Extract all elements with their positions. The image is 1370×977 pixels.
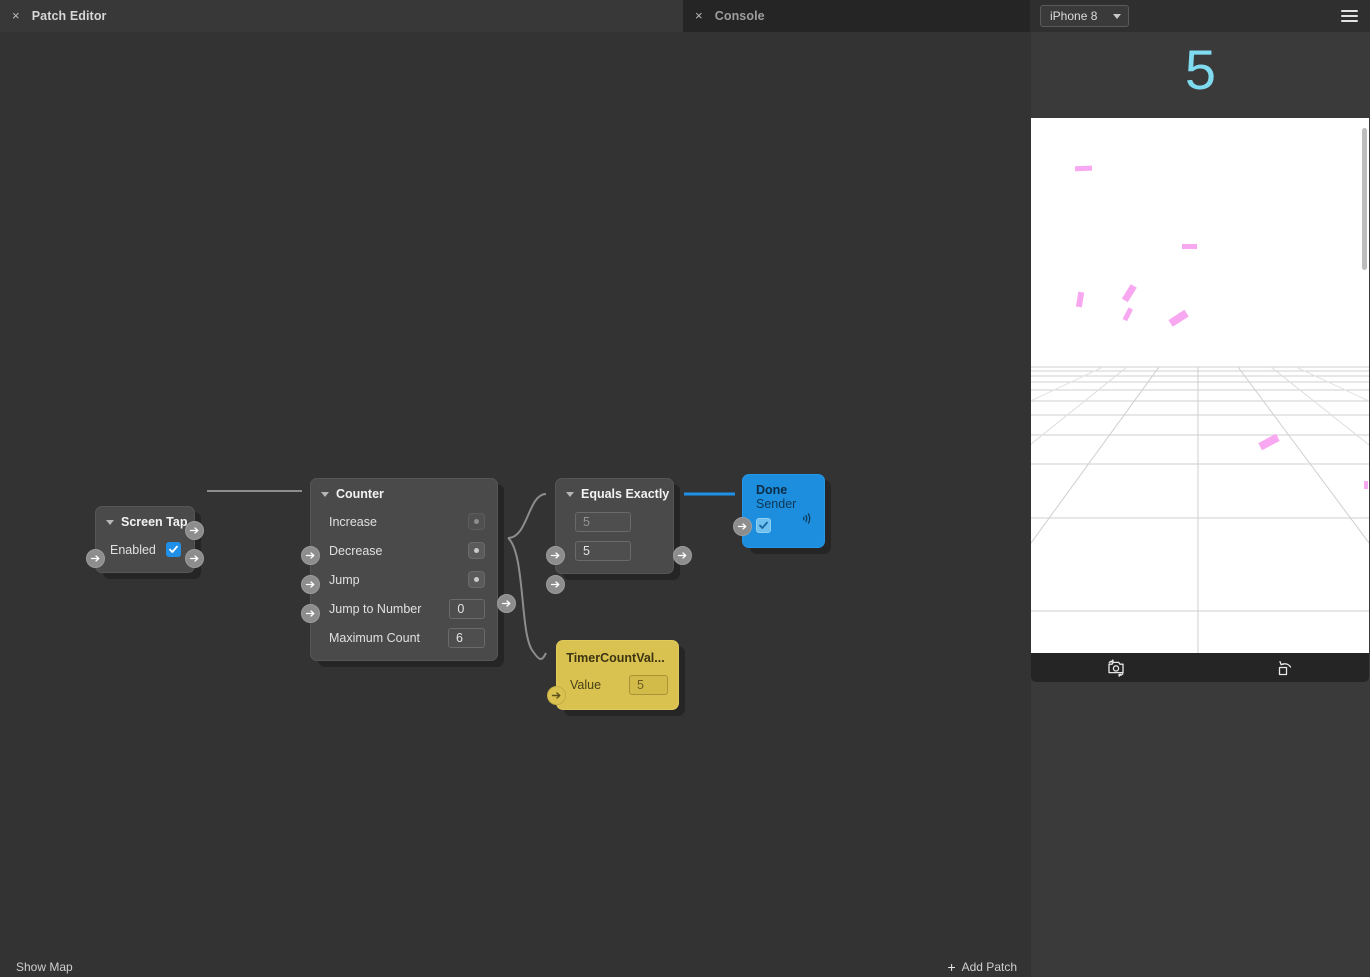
- add-patch-label: Add Patch: [961, 960, 1017, 974]
- patch-node-equals-exactly[interactable]: Equals Exactly 5 5: [546, 478, 692, 594]
- plus-icon: +: [947, 959, 956, 975]
- maximum-count-input[interactable]: 6: [448, 627, 485, 648]
- row-jump: Jump: [311, 565, 497, 594]
- port-in-counter-jump[interactable]: [301, 604, 320, 623]
- increase-label: Increase: [329, 514, 377, 529]
- node-title: TimerCountVal...: [566, 651, 665, 665]
- jump-pulse-button[interactable]: [468, 571, 485, 588]
- chevron-down-icon: [1113, 13, 1122, 19]
- floor-grid: [1031, 366, 1369, 653]
- maximum-count-label: Maximum Count: [329, 630, 420, 645]
- node-body: Done Sender: [733, 474, 825, 548]
- value-label: Value: [570, 678, 602, 692]
- node-body: Equals Exactly 5 5: [546, 478, 692, 594]
- patch-node-timer-count-value[interactable]: TimerCountVal... Value 5: [547, 640, 685, 716]
- tab-console-label: Console: [714, 9, 765, 23]
- row-input-a: 5: [556, 507, 673, 536]
- counter-readout: 5: [1184, 38, 1217, 101]
- hamburger-icon[interactable]: [1341, 10, 1358, 22]
- increase-pulse-button[interactable]: [468, 513, 485, 530]
- node-title-row: Screen Tap: [96, 514, 194, 535]
- row-value: Value 5: [557, 671, 678, 699]
- port-in-done-sender[interactable]: [733, 517, 752, 536]
- tab-patch-editor[interactable]: × Patch Editor: [0, 0, 683, 32]
- node-title: Done: [756, 483, 788, 497]
- port-out-screen-tap-tap[interactable]: [185, 521, 204, 540]
- patch-node-counter[interactable]: Counter Increase Decrease Jump Jump to N…: [301, 478, 516, 667]
- tab-console[interactable]: × Console: [683, 0, 1030, 32]
- canvas-grid: [0, 32, 1031, 977]
- row-jump-to-number: Jump to Number 0: [311, 594, 497, 623]
- node-body: TimerCountVal... Value 5: [547, 640, 679, 710]
- node-title: Equals Exactly: [581, 487, 670, 501]
- node-body: Screen Tap Enabled: [86, 506, 204, 573]
- port-in-equals-a[interactable]: [546, 546, 565, 565]
- port-in-screen-tap[interactable]: [86, 549, 105, 568]
- done-checkbox[interactable]: [756, 517, 771, 533]
- scene-shapes: [1074, 165, 1368, 489]
- preview-panel: 5: [1031, 32, 1370, 977]
- equals-input-a[interactable]: 5: [575, 511, 631, 532]
- preview-toolbar: [1031, 653, 1369, 682]
- window-tab-bar: × Patch Editor × Console iPhone 8: [0, 0, 1370, 32]
- row-maximum-count: Maximum Count 6: [311, 623, 497, 652]
- node-title: Screen Tap: [121, 515, 188, 529]
- port-out-counter[interactable]: [497, 594, 516, 613]
- port-out-equals[interactable]: [673, 546, 692, 565]
- row-decrease: Decrease: [311, 536, 497, 565]
- broadcast-icon: [802, 511, 816, 529]
- tab-patch-editor-label: Patch Editor: [31, 9, 107, 23]
- chevron-down-icon[interactable]: [106, 520, 114, 525]
- jump-label: Jump: [329, 572, 360, 587]
- close-icon[interactable]: ×: [12, 9, 20, 22]
- port-in-counter-increase[interactable]: [301, 546, 320, 565]
- show-map-button[interactable]: Show Map: [16, 960, 73, 974]
- ar-scene: [1031, 165, 1369, 653]
- row-enabled: Enabled: [96, 535, 194, 564]
- decrease-pulse-button[interactable]: [468, 542, 485, 559]
- chevron-down-icon[interactable]: [566, 492, 574, 497]
- topbar-right-section: iPhone 8: [1030, 0, 1370, 32]
- node-body: Counter Increase Decrease Jump Jump to N…: [301, 478, 516, 661]
- patch-wires: [207, 489, 735, 660]
- port-in-timer-count-value[interactable]: [547, 686, 566, 705]
- jump-to-number-label: Jump to Number: [329, 601, 422, 616]
- port-in-counter-decrease[interactable]: [301, 575, 320, 594]
- camera-flip-icon[interactable]: [1031, 658, 1200, 677]
- device-preview[interactable]: [1031, 118, 1369, 653]
- jump-to-number-input[interactable]: 0: [449, 598, 485, 619]
- close-icon[interactable]: ×: [695, 9, 703, 22]
- chevron-down-icon[interactable]: [321, 492, 329, 497]
- node-title-row: Equals Exactly: [556, 486, 673, 507]
- decrease-label: Decrease: [329, 543, 383, 558]
- enabled-label: Enabled: [110, 542, 156, 557]
- patch-canvas[interactable]: Screen Tap Enabled Counter Increase Decr…: [0, 32, 1031, 977]
- enabled-checkbox[interactable]: [165, 542, 181, 557]
- node-title-row: Counter: [311, 486, 497, 507]
- value-input[interactable]: 5: [629, 675, 668, 695]
- patch-node-done-sender[interactable]: Done Sender: [733, 474, 831, 554]
- device-select-value: iPhone 8: [1050, 9, 1098, 23]
- equals-input-b[interactable]: 5: [575, 540, 631, 561]
- row-input-b: 5: [556, 536, 673, 565]
- port-out-screen-tap-position[interactable]: [185, 549, 204, 568]
- preview-scrollbar[interactable]: [1362, 128, 1367, 270]
- add-patch-button[interactable]: + Add Patch: [947, 960, 1017, 974]
- node-title: Counter: [336, 487, 384, 501]
- reset-object-icon[interactable]: [1200, 659, 1369, 677]
- patch-node-screen-tap[interactable]: Screen Tap Enabled: [86, 506, 204, 579]
- port-in-equals-b[interactable]: [546, 575, 565, 594]
- row-increase: Increase: [311, 507, 497, 536]
- device-select[interactable]: iPhone 8: [1040, 5, 1130, 27]
